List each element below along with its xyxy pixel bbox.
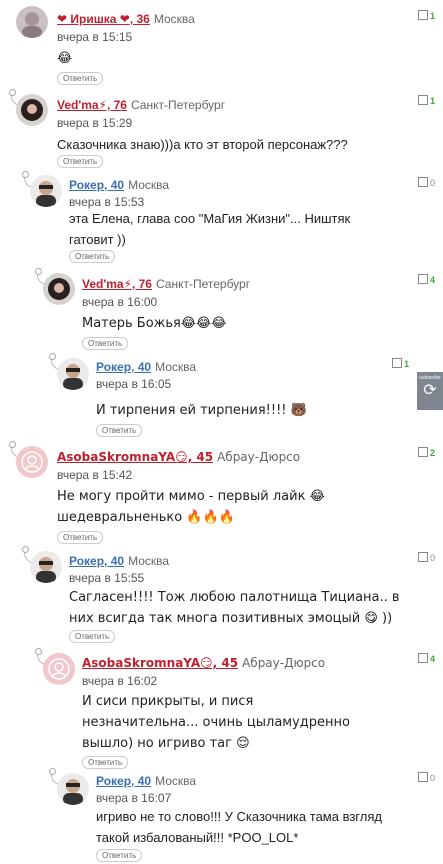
author-link[interactable]: Рокер, 40 <box>96 774 151 788</box>
rating[interactable]: 1 <box>417 10 435 21</box>
reply-button[interactable]: Ответить <box>57 155 104 168</box>
rating[interactable]: 1 <box>417 95 435 106</box>
comment-time: вчера в 16:05 <box>96 377 172 391</box>
reply-button[interactable]: Ответить <box>69 630 116 643</box>
avatar[interactable] <box>43 653 75 685</box>
comment-time: вчера в 15:55 <box>69 571 145 585</box>
author-link[interactable]: Рокер, 40 <box>69 178 124 192</box>
comment-text: И тирпения ей тирпения!!!! 🐻 <box>96 403 307 418</box>
author-link[interactable]: Рокер, 40 <box>69 554 124 568</box>
side-subscribe-widget[interactable]: subscribe ⟳ <box>417 372 443 410</box>
reply-button[interactable]: Ответить <box>82 756 129 769</box>
comment-header: AsobaSkromnaYA😏, 45 Абрау-Дюрсо <box>57 450 300 464</box>
comment-text: эта Елена, глава соо "МаГия Жизни"... Ни… <box>69 211 351 247</box>
rating[interactable]: 2 <box>417 447 435 458</box>
author-city: Москва <box>155 360 197 374</box>
rating-value: 0 <box>429 553 435 563</box>
thumbs-icon <box>417 653 428 663</box>
thumbs-icon <box>417 447 428 457</box>
rating[interactable]: 4 <box>417 274 435 285</box>
avatar[interactable] <box>30 175 62 207</box>
comment-text: И сиси прикрыты, и пися незначительна...… <box>82 694 350 751</box>
avatar[interactable] <box>16 94 48 126</box>
author-link[interactable]: Рокер, 40 <box>96 360 151 374</box>
author-city: Абрау-Дюрсо <box>217 450 301 464</box>
comment-header: Рокер, 40 Москва <box>96 774 196 788</box>
comment-header: Рокер, 40 Москва <box>69 554 169 568</box>
comment-time: вчера в 15:42 <box>57 468 133 482</box>
thumbs-icon <box>391 358 402 368</box>
comment-text: Сказочника знаю)))а кто эт второй персон… <box>57 137 348 152</box>
avatar[interactable] <box>16 446 48 478</box>
thumbs-icon <box>417 10 428 20</box>
rating-value: 1 <box>429 11 435 21</box>
comment-text: Не могу пройти мимо - первый лайк 😂 шеде… <box>57 489 325 525</box>
comment-text: игриво не то слово!!! У Сказочника тама … <box>96 809 382 845</box>
rating[interactable]: 4 <box>417 653 435 664</box>
side-widget-label: subscribe <box>419 375 441 381</box>
comment-header: Рокер, 40 Москва <box>96 360 196 374</box>
author-link[interactable]: ❤ Иришка ❤, 36 <box>57 12 150 26</box>
thumbs-icon <box>417 552 428 562</box>
comment-time: вчера в 16:02 <box>82 674 158 688</box>
comment-header: AsobaSkromnaYA😏, 45 Абрау-Дюрсо <box>82 656 325 670</box>
reply-button[interactable]: Ответить <box>96 849 143 862</box>
author-link[interactable]: AsobaSkromnaYA😏, 45 <box>82 656 238 670</box>
reply-button[interactable]: Ответить <box>82 337 129 350</box>
author-link[interactable]: Ved'ma⚡, 76 <box>82 277 152 291</box>
avatar[interactable] <box>57 358 89 390</box>
rating[interactable]: 0 <box>417 772 435 783</box>
rating[interactable]: 1 <box>391 358 409 369</box>
comment-header: Ved'ma⚡, 76 Санкт-Петербург <box>82 277 250 291</box>
rating-value: 4 <box>429 275 435 285</box>
comment-header: ❤ Иришка ❤, 36 Москва <box>57 12 195 26</box>
rating-value: 4 <box>429 654 435 664</box>
avatar[interactable] <box>57 773 89 805</box>
rating-value: 2 <box>429 448 435 458</box>
author-city: Санкт-Петербург <box>130 98 226 112</box>
reply-button[interactable]: Ответить <box>96 424 143 437</box>
comment-text: Матерь Божья😂😂😂 <box>82 316 227 331</box>
comment-text: Сагласен!!!! Тож любою палотнища Тициана… <box>69 590 400 626</box>
rating-value: 1 <box>403 359 409 369</box>
author-city: Москва <box>155 774 197 788</box>
avatar[interactable] <box>43 273 75 305</box>
author-city: Абрау-Дюрсо <box>242 656 326 670</box>
thumbs-icon <box>417 177 428 187</box>
thumbs-icon <box>417 274 428 284</box>
author-link[interactable]: Ved'ma⚡, 76 <box>57 98 127 112</box>
rating-value: 0 <box>429 178 435 188</box>
rating-value: 1 <box>429 96 435 106</box>
author-city: Санкт-Петербург <box>155 277 251 291</box>
thumbs-icon <box>417 772 428 782</box>
reply-button[interactable]: Ответить <box>69 250 116 263</box>
reply-button[interactable]: Ответить <box>57 72 104 85</box>
author-link[interactable]: AsobaSkromnaYA😏, 45 <box>57 450 213 464</box>
comment-time: вчера в 16:00 <box>82 295 158 309</box>
author-city: Москва <box>128 554 170 568</box>
author-city: Москва <box>153 12 195 26</box>
reply-button[interactable]: Ответить <box>57 531 104 544</box>
avatar[interactable] <box>30 551 62 583</box>
rating[interactable]: 0 <box>417 177 435 188</box>
rating[interactable]: 0 <box>417 552 435 563</box>
comment-header: Рокер, 40 Москва <box>69 178 169 192</box>
comment-time: вчера в 16:07 <box>96 791 172 805</box>
comment-time: вчера в 15:15 <box>57 30 133 44</box>
rating-value: 0 <box>429 773 435 783</box>
comment-time: вчера в 15:53 <box>69 195 145 209</box>
comment-text: 😂 <box>57 51 73 66</box>
avatar[interactable] <box>16 6 48 38</box>
comment-time: вчера в 15:29 <box>57 116 133 130</box>
author-city: Москва <box>128 178 170 192</box>
comment-header: Ved'ma⚡, 76 Санкт-Петербург <box>57 98 225 112</box>
refresh-icon: ⟳ <box>423 382 437 399</box>
thumbs-icon <box>417 95 428 105</box>
